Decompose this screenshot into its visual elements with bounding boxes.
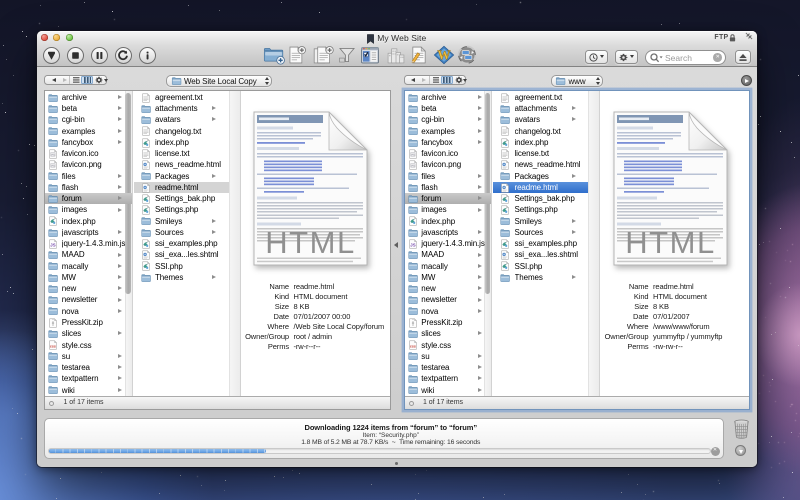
svg-text:W: W (438, 47, 451, 62)
svg-text:JS: JS (410, 242, 416, 247)
svg-text:JS: JS (50, 242, 56, 247)
svg-text:HTML: HTML (265, 225, 355, 260)
svg-text:HTML: HTML (625, 225, 715, 260)
